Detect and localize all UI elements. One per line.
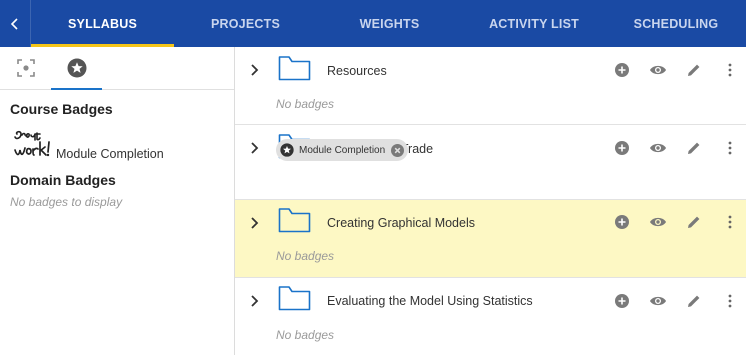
more-options-button[interactable] xyxy=(720,60,740,80)
star-badge-icon xyxy=(67,58,86,78)
chevron-right-icon[interactable] xyxy=(248,141,260,155)
module-row: Evaluating the Model Using Statistics No… xyxy=(235,278,746,355)
eye-icon xyxy=(650,143,666,153)
chevron-left-icon xyxy=(10,17,18,30)
module-title[interactable]: Creating Graphical Models xyxy=(327,216,475,230)
visibility-button[interactable] xyxy=(648,138,668,158)
folder-icon xyxy=(278,208,311,233)
pencil-icon xyxy=(688,216,700,228)
pencil-icon xyxy=(688,64,700,76)
great-work-badge-image xyxy=(14,130,50,157)
add-circle-icon xyxy=(615,141,629,155)
module-row: Tools Of The Trade Module Completion xyxy=(235,125,746,200)
badges-panel-tabs xyxy=(0,47,234,90)
module-title[interactable]: Evaluating the Model Using Statistics xyxy=(327,294,533,308)
tab-badges[interactable] xyxy=(51,47,102,90)
folder-icon xyxy=(278,56,311,81)
tab-projects[interactable]: PROJECTS xyxy=(174,0,317,47)
tab-focus-view[interactable] xyxy=(0,47,51,89)
more-vertical-icon xyxy=(728,63,732,77)
star-badge-icon xyxy=(280,143,294,157)
course-badge-label: Module Completion xyxy=(56,147,164,161)
module-row-highlighted: Creating Graphical Models No badges xyxy=(235,200,746,278)
more-vertical-icon xyxy=(728,215,732,229)
tab-label: SCHEDULING xyxy=(633,16,719,31)
tab-label: ACTIVITY LIST xyxy=(489,16,579,31)
module-title[interactable]: Resources xyxy=(327,64,387,78)
focus-frame-icon xyxy=(16,59,35,77)
tab-weights[interactable]: WEIGHTS xyxy=(317,0,462,47)
visibility-button[interactable] xyxy=(648,212,668,232)
add-button[interactable] xyxy=(612,291,632,311)
tab-syllabus[interactable]: SYLLABUS xyxy=(31,0,174,47)
module-list: Resources No badges Tools Of The Trade M… xyxy=(235,47,746,355)
pencil-icon xyxy=(688,295,700,307)
badge-chip: Module Completion xyxy=(276,139,409,161)
module-badges-empty-text: No badges xyxy=(276,328,335,342)
badges-panel: Course Badges Module Completion Domain B… xyxy=(0,47,235,355)
add-button[interactable] xyxy=(612,138,632,158)
add-circle-icon xyxy=(615,63,629,77)
pencil-icon xyxy=(688,142,700,154)
edit-button[interactable] xyxy=(684,212,704,232)
eye-icon xyxy=(650,296,666,306)
tab-label: PROJECTS xyxy=(211,16,280,31)
chevron-right-icon[interactable] xyxy=(248,63,260,77)
tab-activity-list[interactable]: ACTIVITY LIST xyxy=(462,0,606,47)
chevron-right-icon[interactable] xyxy=(248,294,260,308)
tab-label: SYLLABUS xyxy=(68,16,137,31)
folder-icon xyxy=(278,286,311,311)
visibility-button[interactable] xyxy=(648,60,668,80)
more-vertical-icon xyxy=(728,141,732,155)
course-badges-heading: Course Badges xyxy=(10,101,113,117)
top-navigation-bar: SYLLABUS PROJECTS WEIGHTS ACTIVITY LIST … xyxy=(0,0,746,47)
more-options-button[interactable] xyxy=(720,138,740,158)
chevron-right-icon[interactable] xyxy=(248,216,260,230)
edit-button[interactable] xyxy=(684,291,704,311)
tab-label: WEIGHTS xyxy=(359,16,420,31)
more-options-button[interactable] xyxy=(720,212,740,232)
domain-badges-empty-text: No badges to display xyxy=(10,195,123,209)
edit-button[interactable] xyxy=(684,138,704,158)
add-button[interactable] xyxy=(612,60,632,80)
more-vertical-icon xyxy=(728,294,732,308)
module-row: Resources No badges xyxy=(235,47,746,125)
remove-badge-icon[interactable] xyxy=(391,143,405,157)
module-badges-empty-text: No badges xyxy=(276,97,335,111)
back-button[interactable] xyxy=(0,0,31,47)
visibility-button[interactable] xyxy=(648,291,668,311)
add-circle-icon xyxy=(615,215,629,229)
edit-button[interactable] xyxy=(684,60,704,80)
tab-scheduling[interactable]: SCHEDULING xyxy=(606,0,746,47)
domain-badges-heading: Domain Badges xyxy=(10,172,116,188)
eye-icon xyxy=(650,65,666,75)
eye-icon xyxy=(650,217,666,227)
add-circle-icon xyxy=(615,294,629,308)
badge-chip-label: Module Completion xyxy=(299,144,386,156)
more-options-button[interactable] xyxy=(720,291,740,311)
module-badges-empty-text: No badges xyxy=(276,249,335,263)
course-badge-item[interactable]: Module Completion xyxy=(0,128,234,162)
add-button[interactable] xyxy=(612,212,632,232)
